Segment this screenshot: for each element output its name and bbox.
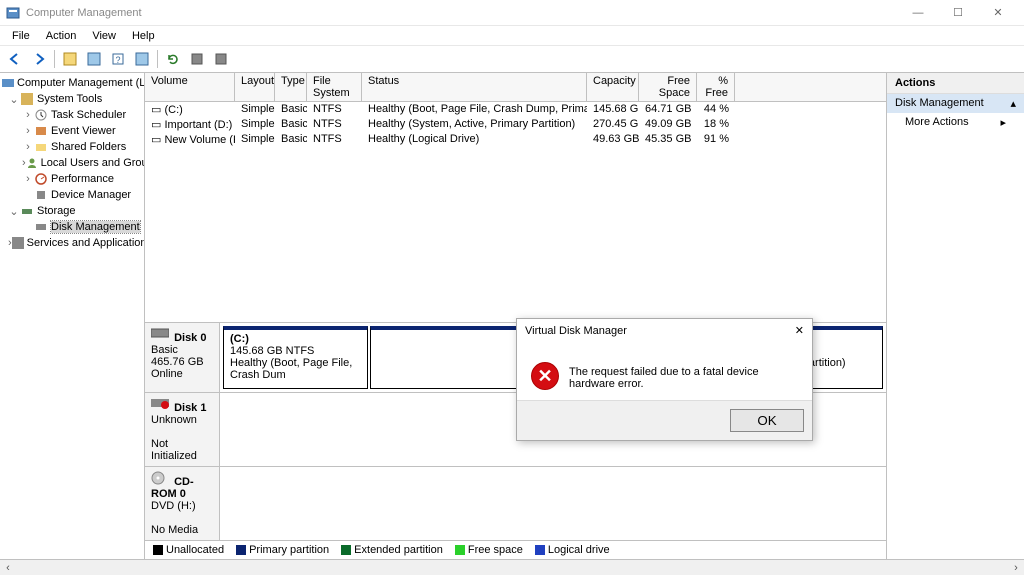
tree-device-manager[interactable]: Device Manager xyxy=(0,187,144,203)
tree-disk-management[interactable]: Disk Management xyxy=(0,219,144,235)
menu-file[interactable]: File xyxy=(4,28,38,44)
error-icon: ✕ xyxy=(531,362,559,390)
drive-icon: ▭ xyxy=(151,134,161,146)
toolbar: ? xyxy=(0,45,1024,73)
dialog-message: The request failed due to a fatal device… xyxy=(569,362,798,390)
actions-context[interactable]: Disk Management▴ xyxy=(887,94,1024,113)
forward-button[interactable] xyxy=(28,48,50,70)
tb-icon[interactable] xyxy=(210,48,232,70)
col-status[interactable]: Status xyxy=(362,73,587,101)
app-icon xyxy=(6,6,20,20)
tree-system-tools[interactable]: ⌄System Tools xyxy=(0,91,144,107)
error-dialog: Virtual Disk Manager ✕ ✕ The request fai… xyxy=(516,318,813,441)
menu-help[interactable]: Help xyxy=(124,28,163,44)
volume-list-header: Volume Layout Type File System Status Ca… xyxy=(145,73,886,102)
tree-shared-folders[interactable]: ›Shared Folders xyxy=(0,139,144,155)
title-bar: Computer Management — ☐ ✕ xyxy=(0,0,1024,26)
legend: Unallocated Primary partition Extended p… xyxy=(145,540,886,559)
menu-action[interactable]: Action xyxy=(38,28,85,44)
scroll-left-button[interactable]: ‹ xyxy=(0,562,16,574)
chevron-right-icon: ▸ xyxy=(1000,116,1006,129)
refresh-button[interactable] xyxy=(162,48,184,70)
col-freespace[interactable]: Free Space xyxy=(639,73,697,101)
tb-icon[interactable]: ? xyxy=(107,48,129,70)
dialog-close-button[interactable]: ✕ xyxy=(795,324,804,337)
menu-view[interactable]: View xyxy=(84,28,124,44)
close-button[interactable]: ✕ xyxy=(978,0,1018,26)
col-volume[interactable]: Volume xyxy=(145,73,235,101)
drive-icon: ▭ xyxy=(151,119,161,131)
status-bar: ‹ › xyxy=(0,559,1024,575)
tree-root[interactable]: Computer Management (Local xyxy=(0,75,144,91)
col-type[interactable]: Type xyxy=(275,73,307,101)
cdrom-icon xyxy=(151,471,171,485)
col-pctfree[interactable]: % Free xyxy=(697,73,735,101)
horizontal-scrollbar[interactable] xyxy=(16,561,1008,575)
col-filesystem[interactable]: File System xyxy=(307,73,362,101)
volume-row[interactable]: ▭ New Volume (F:) Simple Basic NTFS Heal… xyxy=(145,132,886,147)
volume-list[interactable]: ▭ (C:) Simple Basic NTFS Healthy (Boot, … xyxy=(145,102,886,322)
tb-icon[interactable] xyxy=(186,48,208,70)
disk-label: Disk 0 Basic 465.76 GB Online xyxy=(145,323,220,392)
actions-pane: Actions Disk Management▴ More Actions▸ xyxy=(886,73,1024,559)
disk-icon xyxy=(151,327,171,341)
svg-text:?: ? xyxy=(115,55,120,65)
menu-bar: File Action View Help xyxy=(0,26,1024,45)
maximize-button[interactable]: ☐ xyxy=(938,0,978,26)
scroll-right-button[interactable]: › xyxy=(1008,562,1024,574)
volume-row[interactable]: ▭ (C:) Simple Basic NTFS Healthy (Boot, … xyxy=(145,102,886,117)
dialog-title: Virtual Disk Manager xyxy=(525,325,627,337)
tree-event-viewer[interactable]: ›Event Viewer xyxy=(0,123,144,139)
col-capacity[interactable]: Capacity xyxy=(587,73,639,101)
partition[interactable]: (C:) 145.68 GB NTFS Healthy (Boot, Page … xyxy=(223,326,368,389)
window-title: Computer Management xyxy=(26,7,898,19)
navigation-tree[interactable]: Computer Management (Local ⌄System Tools… xyxy=(0,73,145,559)
tree-storage[interactable]: ⌄Storage xyxy=(0,203,144,219)
drive-icon: ▭ xyxy=(151,104,161,116)
volume-row[interactable]: ▭ Important (D:) Simple Basic NTFS Healt… xyxy=(145,117,886,132)
disk-error-icon xyxy=(151,397,171,411)
disk-label: CD-ROM 0 DVD (H:) No Media xyxy=(145,467,220,540)
collapse-icon: ▴ xyxy=(1010,97,1016,110)
tree-services-apps[interactable]: ›Services and Applications xyxy=(0,235,144,251)
tb-icon[interactable] xyxy=(131,48,153,70)
tree-task-scheduler[interactable]: ›Task Scheduler xyxy=(0,107,144,123)
ok-button[interactable]: OK xyxy=(730,409,804,432)
disk-label: Disk 1 Unknown Not Initialized xyxy=(145,393,220,466)
col-layout[interactable]: Layout xyxy=(235,73,275,101)
more-actions[interactable]: More Actions▸ xyxy=(887,113,1024,131)
tree-performance[interactable]: ›Performance xyxy=(0,171,144,187)
tb-icon[interactable] xyxy=(59,48,81,70)
tb-icon[interactable] xyxy=(83,48,105,70)
tree-local-users[interactable]: ›Local Users and Groups xyxy=(0,155,144,171)
back-button[interactable] xyxy=(4,48,26,70)
minimize-button[interactable]: — xyxy=(898,0,938,26)
disk-row[interactable]: CD-ROM 0 DVD (H:) No Media xyxy=(145,467,886,540)
actions-header: Actions xyxy=(887,73,1024,94)
